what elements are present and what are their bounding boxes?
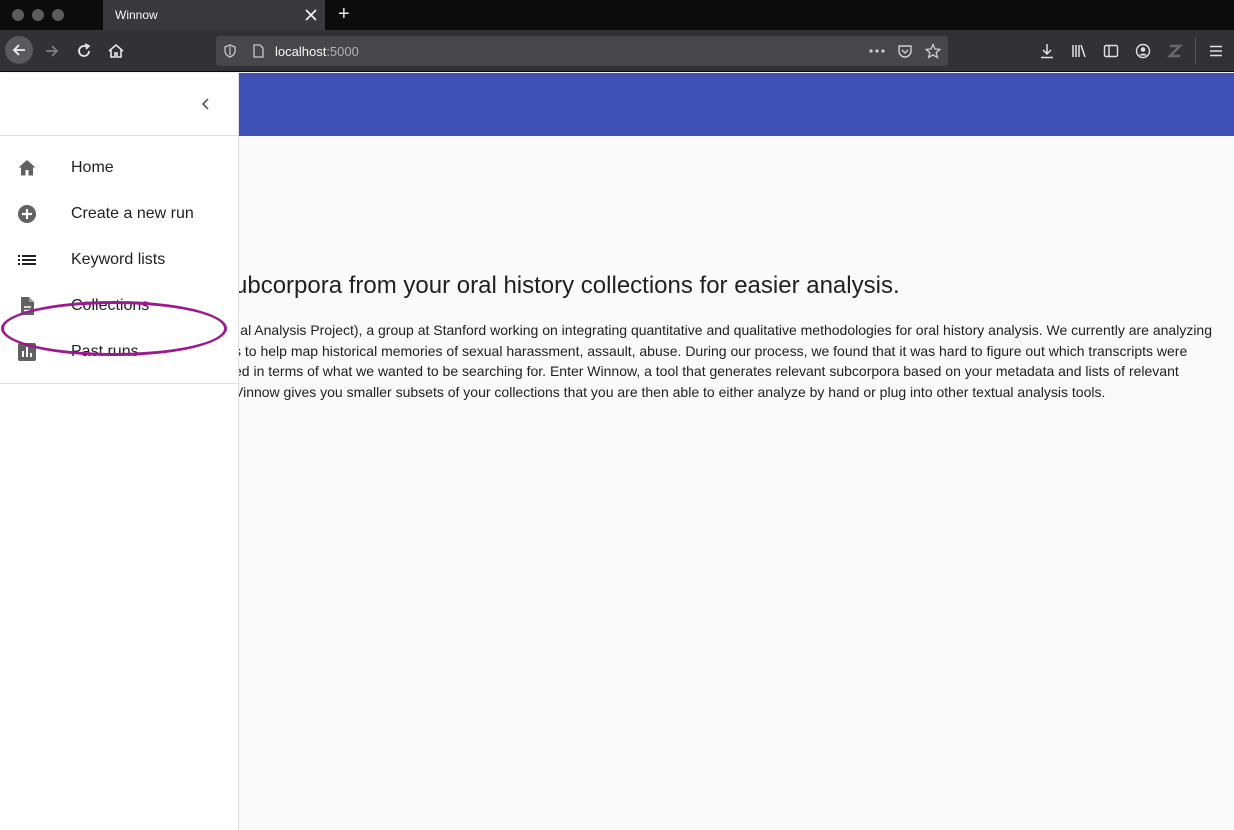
bookmark-star-icon[interactable] [924, 42, 942, 59]
list-icon [16, 249, 38, 271]
add-circle-icon [16, 203, 38, 225]
account-icon[interactable] [1135, 43, 1151, 59]
drawer-item-label: Home [71, 159, 114, 176]
chevron-left-icon [201, 98, 209, 110]
back-arrow-icon [12, 44, 25, 56]
url-bar[interactable]: localhost:5000 [216, 36, 948, 66]
window-zoom-dot[interactable] [52, 9, 64, 21]
drawer-header [0, 73, 238, 136]
drawer-item-keyword-lists[interactable]: Keyword lists [0, 237, 238, 283]
pocket-icon[interactable] [897, 43, 913, 59]
new-tab-button[interactable]: + [338, 4, 354, 24]
page-info-icon[interactable] [250, 43, 266, 59]
browser-nav-bar: localhost:5000 [0, 30, 1234, 72]
drawer-item-label: Collections [71, 297, 150, 314]
shield-icon[interactable] [222, 43, 238, 59]
url-text[interactable]: localhost:5000 [275, 44, 359, 59]
drawer-divider [0, 383, 238, 384]
browser-tab[interactable]: Winnow [103, 0, 325, 30]
forward-arrow-icon [46, 45, 59, 57]
library-icon[interactable] [1071, 43, 1087, 59]
extension-z-icon[interactable] [1167, 43, 1183, 59]
drawer-list: Home Create a new run Keyword lists Coll… [0, 145, 238, 375]
more-actions-icon[interactable] [868, 43, 885, 59]
home-button[interactable] [103, 38, 129, 64]
browser-tab-bar: Winnow + [0, 0, 1234, 30]
bar-chart-icon [16, 341, 38, 363]
paragraph-line: Vinnow gives you smaller subsets of your… [234, 383, 1106, 400]
reload-icon [78, 43, 91, 57]
drawer-item-label: Keyword lists [71, 251, 166, 268]
sidebar-toggle-icon[interactable] [1103, 43, 1119, 59]
drawer-item-home[interactable]: Home [0, 145, 238, 191]
toolbar-divider [1195, 38, 1196, 64]
paragraph-line: ed in terms of what we wanted to be sear… [234, 363, 1179, 379]
download-icon[interactable] [1039, 43, 1055, 59]
window-close-dot[interactable] [12, 9, 24, 21]
home-icon [16, 157, 38, 179]
drawer-item-create-run[interactable]: Create a new run [0, 191, 238, 237]
tab-close-icon[interactable] [303, 7, 319, 23]
back-button[interactable] [5, 36, 33, 64]
home-outline-icon [108, 43, 124, 58]
paragraph-line: s to help map historical memories of sex… [234, 342, 1188, 359]
navigation-drawer: Home Create a new run Keyword lists Coll… [0, 73, 239, 830]
drawer-item-collections[interactable]: Collections [0, 283, 238, 329]
drawer-item-past-runs[interactable]: Past runs [0, 329, 238, 375]
document-icon [16, 295, 38, 317]
page-subtitle: ubcorpora from your oral history collect… [234, 272, 900, 299]
forward-button[interactable] [39, 38, 65, 64]
reload-button[interactable] [71, 38, 97, 64]
collapse-drawer-button[interactable] [194, 92, 218, 116]
drawer-item-label: Past runs [71, 343, 139, 360]
window-minimize-dot[interactable] [32, 9, 44, 21]
hamburger-menu-icon[interactable] [1208, 43, 1224, 59]
tab-title: Winnow [115, 8, 158, 22]
drawer-item-label: Create a new run [71, 205, 194, 222]
